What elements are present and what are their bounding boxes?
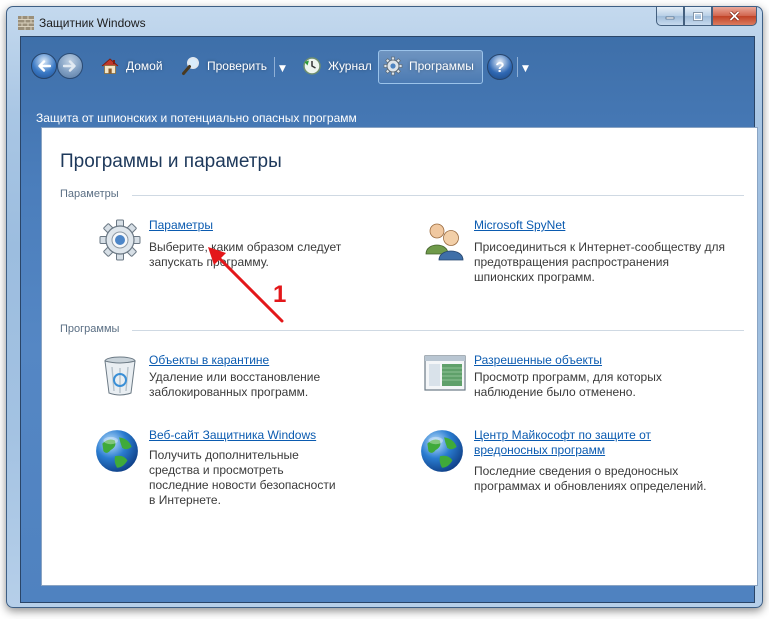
spynet-desc-line-2: предотвращения распространения	[474, 255, 669, 269]
history-label: Журнал	[328, 59, 372, 73]
scan-dropdown-icon[interactable]: ▼	[279, 64, 286, 74]
defender-window: Защитник Windows Домой Проверить ▼ Журна…	[6, 6, 763, 608]
quarantine-link[interactable]: Объекты в карантине	[149, 353, 269, 367]
scan-button[interactable]: Проверить	[181, 55, 267, 77]
spynet-desc-line-3: шпионских программ.	[474, 270, 595, 284]
website-desc-line-2: средства и просмотреть	[149, 463, 284, 477]
maximize-button[interactable]	[684, 7, 712, 26]
gear-icon	[99, 219, 141, 261]
forward-button[interactable]	[57, 53, 83, 79]
home-icon	[101, 58, 119, 74]
gear-icon	[383, 56, 403, 76]
section-label-settings: Параметры	[60, 188, 119, 200]
allowed-link[interactable]: Разрешенные объекты	[474, 353, 602, 367]
website-desc-line-1: Получить дополнительные	[149, 448, 299, 462]
maximize-icon	[693, 11, 703, 21]
toolbar: Домой Проверить ▼ Журнал Программы ? ▼	[21, 37, 754, 99]
help-separator	[517, 57, 518, 77]
mmpc-desc-line-1: Последние сведения о вредоносных	[474, 464, 679, 478]
magnifier-icon	[182, 57, 199, 75]
window-list-icon	[424, 355, 466, 391]
arrow-left-icon	[38, 60, 51, 72]
content-pane: Программы и параметры Параметры Параметр…	[41, 127, 758, 586]
scan-separator	[274, 57, 275, 77]
website-desc-line-4: в Интернете.	[149, 493, 221, 507]
window-client-area: Домой Проверить ▼ Журнал Программы ? ▼ З…	[20, 36, 758, 603]
mmpc-desc-line-2: программах и обновлениях определений.	[474, 479, 707, 493]
title-bar[interactable]: Защитник Windows	[7, 7, 762, 37]
spynet-link[interactable]: Microsoft SpyNet	[474, 218, 565, 232]
defender-app-icon	[18, 16, 34, 30]
back-button[interactable]	[31, 53, 57, 79]
page-title: Программы и параметры	[60, 151, 282, 172]
tools-label: Программы	[409, 59, 474, 73]
help-dropdown-icon[interactable]: ▼	[522, 64, 529, 74]
history-button[interactable]: Журнал	[302, 55, 372, 77]
home-label: Домой	[126, 59, 163, 73]
section-label-tools: Программы	[60, 323, 120, 335]
spynet-desc-line-1: Присоединиться к Интернет-сообществу для	[474, 240, 725, 254]
arrow-right-icon	[63, 60, 76, 72]
website-link[interactable]: Веб-сайт Защитника Windows	[149, 428, 316, 442]
options-link[interactable]: Параметры	[149, 218, 213, 232]
mmpc-link-line-1[interactable]: Центр Майкософт по защите от	[474, 428, 651, 442]
website-desc-line-3: последние новости безопасности	[149, 478, 336, 492]
window-title: Защитник Windows	[39, 16, 146, 30]
close-icon	[729, 11, 740, 21]
allowed-desc-line-1: Просмотр программ, для которых	[474, 370, 662, 384]
quarantine-desc-line-2: заблокированных программ.	[149, 385, 309, 399]
help-button[interactable]: ?	[487, 54, 513, 80]
mmpc-link-line-2[interactable]: вредоносных программ	[474, 443, 605, 457]
history-icon	[303, 57, 321, 75]
annotation-number: 1	[273, 281, 287, 308]
scan-label: Проверить	[207, 59, 268, 73]
minimize-icon	[665, 16, 675, 20]
globe-icon	[421, 430, 463, 472]
close-button[interactable]	[712, 7, 757, 26]
section-divider-settings	[132, 195, 744, 196]
status-subheader: Защита от шпионских и потенциально опасн…	[36, 111, 357, 125]
recycle-bin-icon	[104, 356, 136, 396]
globe-icon	[96, 430, 138, 472]
quarantine-desc-line-1: Удаление или восстановление	[149, 370, 321, 384]
allowed-desc-line-2: наблюдение было отменено.	[474, 385, 636, 399]
minimize-button[interactable]	[656, 7, 684, 26]
home-button[interactable]: Домой	[100, 55, 163, 77]
caption-buttons	[656, 7, 757, 27]
users-icon	[425, 223, 464, 261]
tools-button[interactable]: Программы	[383, 55, 474, 77]
help-icon: ?	[495, 58, 505, 76]
section-divider-tools	[132, 330, 744, 331]
